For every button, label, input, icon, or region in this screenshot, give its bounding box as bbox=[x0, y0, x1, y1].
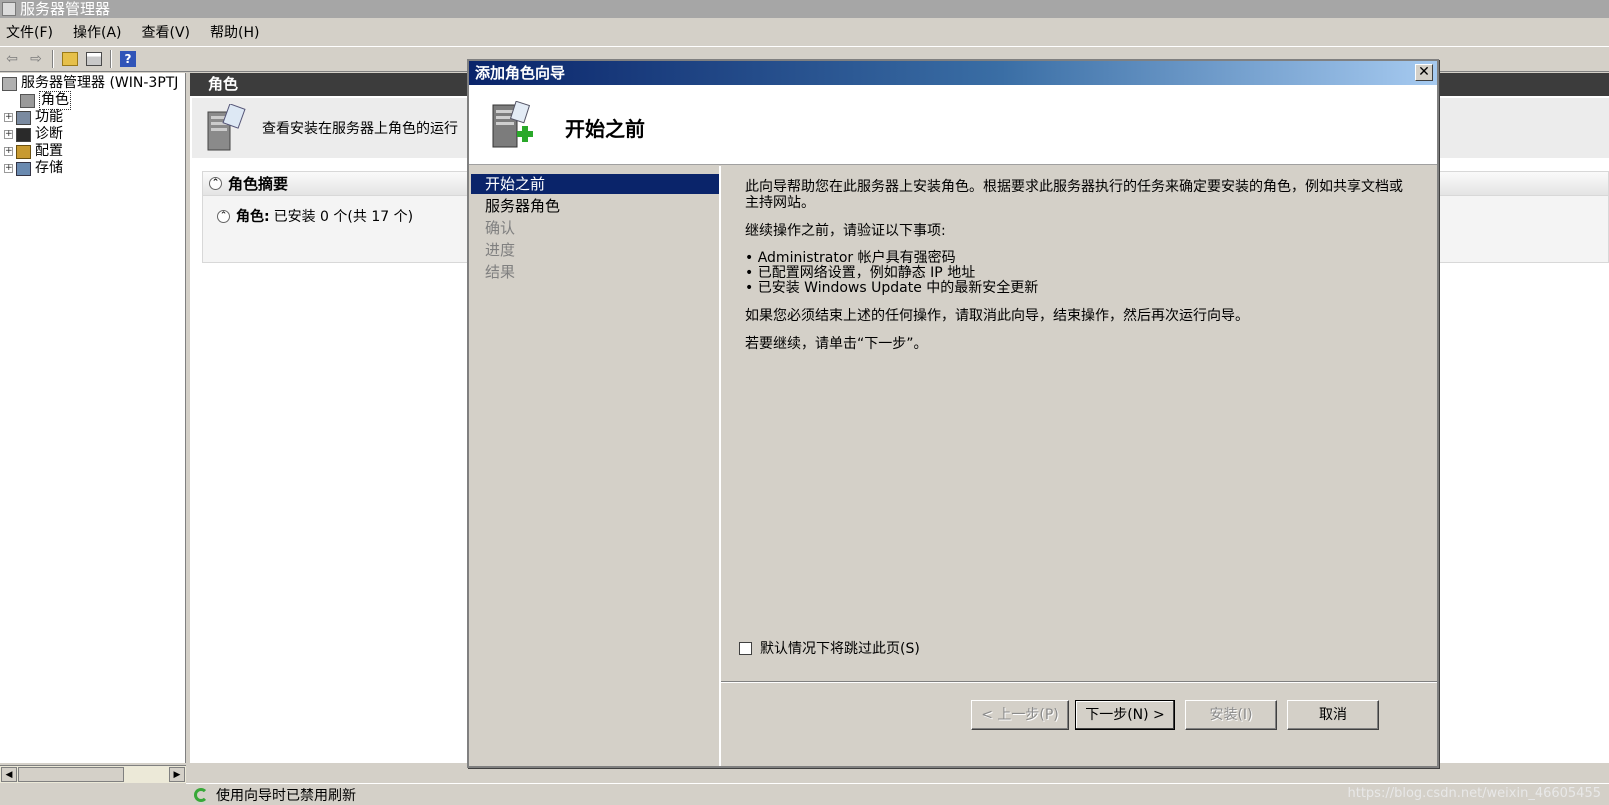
menu-view[interactable]: 查看(V) bbox=[140, 20, 193, 44]
help-button[interactable]: ? bbox=[118, 49, 138, 69]
refresh-icon bbox=[194, 787, 208, 802]
roles-count-label: 角色: bbox=[236, 209, 270, 225]
forward-arrow-icon[interactable]: ⇨ bbox=[26, 49, 46, 69]
console-tree-icon bbox=[86, 52, 102, 66]
show-hide-tree-button[interactable] bbox=[84, 49, 104, 69]
server-manager-icon bbox=[2, 76, 17, 91]
menubar: 文件(F) 操作(A) 查看(V) 帮助(H) bbox=[0, 18, 1609, 46]
dialog-titlebar[interactable]: 添加角色向导 bbox=[469, 61, 1437, 85]
wizard-step-results: 结果 bbox=[485, 263, 516, 281]
close-button[interactable]: ✕ bbox=[1415, 64, 1433, 81]
tree-item-label: 功能 bbox=[35, 109, 63, 125]
toolbar-separator bbox=[110, 50, 112, 68]
tree-item-label: 角色 bbox=[39, 91, 71, 110]
folder-up-icon bbox=[62, 52, 78, 66]
expand-icon[interactable]: + bbox=[4, 147, 13, 156]
list-item: 已安装 Windows Update 中的最新安全更新 bbox=[745, 281, 1415, 296]
wizard-heading: 开始之前 bbox=[565, 117, 645, 141]
scroll-thumb[interactable] bbox=[18, 767, 124, 782]
features-icon bbox=[16, 110, 31, 125]
toolbar-separator bbox=[52, 50, 54, 68]
tree-item-storage[interactable]: + 存储 bbox=[4, 160, 63, 177]
wizard-verify: 继续操作之前，请验证以下事项: bbox=[745, 223, 946, 239]
wizard-body: 此向导帮助您在此服务器上安装角色。根据要求此服务器执行的任务来确定要安装的角色，… bbox=[745, 179, 1415, 364]
wizard-step-before-you-begin[interactable]: 开始之前 bbox=[471, 174, 719, 194]
content-description-text: 查看安装在服务器上角色的运行 bbox=[262, 121, 458, 137]
tree-item-configuration[interactable]: + 配置 bbox=[4, 143, 63, 160]
wizard-step-server-roles[interactable]: 服务器角色 bbox=[471, 196, 719, 216]
app-title: 服务器管理器 bbox=[20, 0, 111, 18]
cancel-button[interactable]: 取消 bbox=[1287, 700, 1379, 730]
add-role-icon bbox=[492, 101, 533, 148]
tree-horizontal-scrollbar[interactable]: ◀ ▶ bbox=[0, 765, 186, 783]
expand-icon[interactable]: + bbox=[4, 164, 13, 173]
wizard-continue-note: 若要继续，请单击“下一步”。 bbox=[745, 336, 928, 352]
install-button[interactable]: 安装(I) bbox=[1185, 700, 1277, 730]
expand-icon[interactable]: + bbox=[4, 113, 13, 122]
help-icon: ? bbox=[120, 51, 136, 67]
menu-action[interactable]: 操作(A) bbox=[71, 20, 124, 44]
tree-item-features[interactable]: + 功能 bbox=[4, 109, 63, 126]
wizard-steps: 开始之前 服务器角色 确认 进度 结果 bbox=[469, 166, 721, 766]
tree-item-label: 配置 bbox=[35, 143, 63, 159]
storage-icon bbox=[16, 161, 31, 176]
up-folder-button[interactable] bbox=[60, 49, 80, 69]
roles-icon bbox=[20, 93, 35, 108]
scroll-right-icon[interactable]: ▶ bbox=[169, 767, 185, 782]
collapse-icon[interactable]: ⌃ bbox=[209, 177, 222, 190]
list-item: Administrator 帐户具有强密码 bbox=[745, 251, 1415, 266]
tree-root-label: 服务器管理器 (WIN-3PTJ bbox=[21, 75, 179, 91]
tree-item-label: 诊断 bbox=[35, 126, 63, 142]
back-arrow-icon[interactable]: ⇦ bbox=[2, 49, 22, 69]
navigation-tree: 服务器管理器 (WIN-3PTJ 角色 + 功能 + 诊断 + 配置 + 存储 bbox=[0, 73, 186, 763]
tree-item-diagnostics[interactable]: + 诊断 bbox=[4, 126, 63, 143]
scroll-left-icon[interactable]: ◀ bbox=[1, 767, 17, 782]
roles-summary-title: 角色摘要 bbox=[228, 175, 289, 193]
dialog-title: 添加角色向导 bbox=[475, 64, 566, 82]
wizard-step-confirmation: 确认 bbox=[485, 219, 516, 237]
wizard-banner: 开始之前 bbox=[469, 85, 1437, 165]
next-button[interactable]: 下一步(N) > bbox=[1075, 700, 1175, 730]
skip-page-label: 默认情况下将跳过此页(S) bbox=[760, 641, 920, 657]
diagnostics-icon bbox=[16, 127, 31, 142]
tree-item-roles[interactable]: 角色 bbox=[20, 91, 71, 110]
menu-file[interactable]: 文件(F) bbox=[4, 20, 55, 44]
server-manager-icon bbox=[2, 2, 16, 16]
wizard-step-progress: 进度 bbox=[485, 241, 516, 259]
checkbox[interactable] bbox=[739, 641, 752, 655]
status-text: 使用向导时已禁用刷新 bbox=[216, 787, 356, 804]
add-roles-wizard-dialog: 添加角色向导 ✕ 开始之前 开始之前 服务器角色 确认 进度 结果 此向导帮助您… bbox=[467, 59, 1439, 768]
watermark: https://blog.csdn.net/weixin_46605455 bbox=[1347, 786, 1601, 801]
collapse-icon[interactable]: ⌃ bbox=[217, 209, 230, 223]
wizard-checklist: Administrator 帐户具有强密码 已配置网络设置，例如静态 IP 地址… bbox=[745, 251, 1415, 296]
app-titlebar: 服务器管理器 bbox=[0, 0, 1609, 18]
tree-root[interactable]: 服务器管理器 (WIN-3PTJ bbox=[2, 75, 178, 92]
server-icon bbox=[207, 104, 246, 151]
configuration-icon bbox=[16, 144, 31, 159]
previous-button[interactable]: < 上一步(P) bbox=[971, 700, 1069, 730]
menu-help[interactable]: 帮助(H) bbox=[208, 20, 261, 44]
wizard-cancel-note: 如果您必须结束上述的任何操作，请取消此向导，结束操作，然后再次运行向导。 bbox=[745, 308, 1249, 324]
skip-page-checkbox[interactable]: 默认情况下将跳过此页(S) bbox=[739, 638, 920, 658]
button-separator bbox=[721, 681, 1437, 683]
wizard-intro: 此向导帮助您在此服务器上安装角色。根据要求此服务器执行的任务来确定要安装的角色，… bbox=[745, 179, 1403, 211]
list-item: 已配置网络设置，例如静态 IP 地址 bbox=[745, 266, 1415, 281]
roles-count-value: 已安装 0 个(共 17 个) bbox=[273, 209, 414, 225]
expand-icon[interactable]: + bbox=[4, 130, 13, 139]
left-statusbar bbox=[0, 783, 186, 805]
tree-item-label: 存储 bbox=[35, 160, 63, 176]
